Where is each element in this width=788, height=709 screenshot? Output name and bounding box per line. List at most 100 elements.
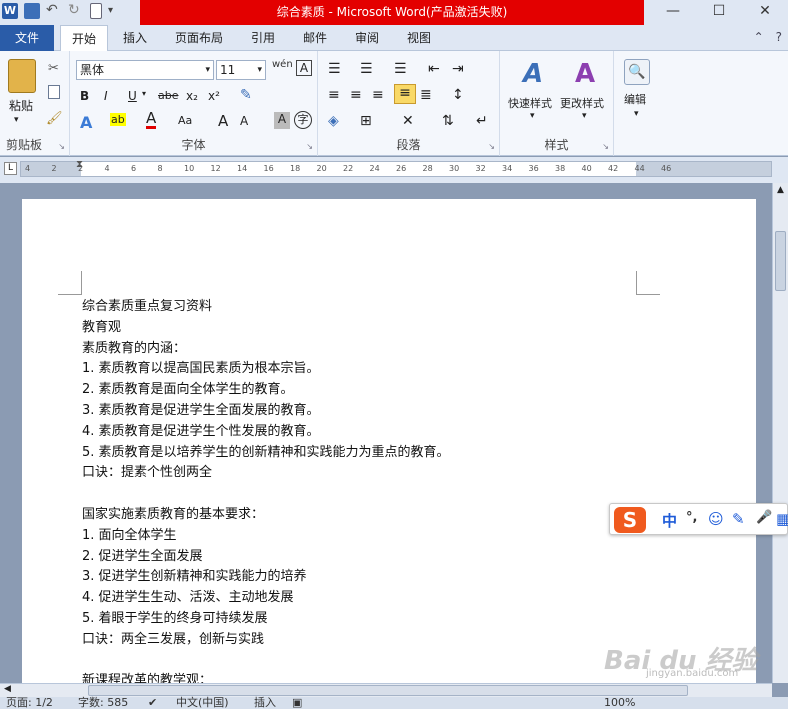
- line-spacing-icon[interactable]: ↕: [452, 87, 464, 103]
- increase-indent-icon[interactable]: ⇥: [452, 61, 464, 77]
- find-icon[interactable]: 🔍: [624, 59, 650, 85]
- tab-review[interactable]: 审阅: [344, 25, 390, 51]
- document-page[interactable]: 综合素质重点复习资料 教育观 素质教育的内涵： 1. 素质教育以提高国民素质为根本宗旨…: [22, 199, 756, 699]
- quick-styles-label[interactable]: 快速样式: [508, 95, 552, 111]
- tab-page-layout[interactable]: 页面布局: [166, 25, 232, 51]
- paste-dropdown-icon[interactable]: ▾: [14, 115, 19, 125]
- editing-label[interactable]: 编辑: [624, 91, 646, 107]
- emoji-icon[interactable]: ☺: [708, 510, 724, 528]
- multilevel-list-icon[interactable]: ☰: [394, 61, 407, 77]
- status-zoom[interactable]: 100%: [604, 697, 635, 709]
- char-border-icon[interactable]: A: [296, 60, 312, 76]
- clipboard-launcher-icon[interactable]: ↘: [58, 142, 65, 151]
- format-painter-icon[interactable]: 🖌: [46, 111, 63, 126]
- status-insert-mode[interactable]: 插入: [254, 697, 276, 709]
- paragraph-launcher-icon[interactable]: ↘: [488, 142, 495, 151]
- decrease-indent-icon[interactable]: ⇤: [428, 61, 440, 77]
- char-shading-button[interactable]: A: [274, 112, 290, 129]
- numbering-icon[interactable]: ☰: [360, 61, 373, 77]
- blank-line[interactable]: [82, 484, 450, 505]
- quick-styles-dropdown-icon[interactable]: ▾: [530, 111, 535, 121]
- font-size-select[interactable]: 11 ▾: [216, 60, 266, 80]
- phonetic-guide-icon[interactable]: wén: [272, 59, 293, 70]
- strikethrough-button[interactable]: abe: [158, 89, 179, 102]
- tab-file[interactable]: 文件: [0, 25, 54, 51]
- scroll-up-icon[interactable]: ▲: [777, 185, 784, 195]
- ribbon-collapse-icon[interactable]: ⌃: [754, 30, 764, 44]
- save-icon[interactable]: [24, 3, 40, 19]
- paragraph-line[interactable]: 口诀：两全三发展，创新与实践: [82, 630, 450, 651]
- horizontal-scroll-thumb[interactable]: [88, 685, 688, 696]
- horizontal-ruler[interactable]: 4 2 2 4 6 8 10 12 14 16 18 20 22 24 26 28 30 32 34 36 38 40 42…: [20, 161, 772, 177]
- styles-launcher-icon[interactable]: ↘: [602, 142, 609, 151]
- paragraph-line[interactable]: 2. 促进学生全面发展: [82, 547, 450, 568]
- grow-font-button[interactable]: A: [218, 112, 228, 130]
- align-center-icon[interactable]: ≡: [350, 87, 362, 103]
- paragraph-line[interactable]: 国家实施素质教育的基本要求：: [82, 505, 450, 526]
- show-marks-icon[interactable]: ↵: [476, 113, 488, 129]
- paragraph-line[interactable]: 1. 素质教育以提高国民素质为根本宗旨。: [82, 359, 450, 380]
- paragraph-line[interactable]: 综合素质重点复习资料: [82, 297, 450, 318]
- highlight-button[interactable]: ab: [110, 113, 126, 126]
- scroll-left-icon[interactable]: ◀: [4, 684, 11, 694]
- paragraph-line[interactable]: 3. 素质教育是促进学生全面发展的教育。: [82, 401, 450, 422]
- word-app-icon[interactable]: W: [2, 3, 18, 19]
- editing-dropdown-icon[interactable]: ▾: [634, 109, 639, 119]
- close-button[interactable]: ✕: [742, 0, 788, 24]
- macro-record-icon[interactable]: ▣: [292, 697, 302, 709]
- sogou-logo[interactable]: S: [614, 507, 646, 533]
- toolbox-icon[interactable]: ▦: [776, 510, 788, 528]
- borders-icon[interactable]: ⊞: [360, 113, 372, 129]
- sort-icon[interactable]: ⇅: [442, 113, 454, 129]
- subscript-button[interactable]: x₂: [186, 89, 198, 103]
- quick-styles-icon[interactable]: A: [518, 59, 548, 89]
- paragraph-line[interactable]: 素质教育的内涵：: [82, 339, 450, 360]
- shrink-font-button[interactable]: A: [240, 114, 248, 128]
- tab-insert[interactable]: 插入: [112, 25, 158, 51]
- handwriting-icon[interactable]: ✎: [732, 510, 745, 528]
- document-body[interactable]: 综合素质重点复习资料 教育观 素质教育的内涵： 1. 素质教育以提高国民素质为根本宗旨…: [82, 297, 450, 692]
- italic-button[interactable]: I: [104, 89, 108, 103]
- status-words[interactable]: 字数: 585: [78, 697, 128, 709]
- paragraph-line[interactable]: 5. 素质教育是以培养学生的创新精神和实践能力为重点的教育。: [82, 443, 450, 464]
- voice-icon[interactable]: 🎤: [756, 510, 772, 525]
- chinese-layout-icon[interactable]: ✕: [402, 113, 414, 129]
- paragraph-line[interactable]: 教育观: [82, 318, 450, 339]
- status-language[interactable]: 中文(中国): [176, 697, 229, 709]
- superscript-button[interactable]: x²: [208, 89, 220, 103]
- paste-label[interactable]: 粘贴: [9, 97, 33, 114]
- tab-selector-icon[interactable]: L: [4, 162, 17, 175]
- change-case-button[interactable]: Aa: [178, 114, 192, 127]
- customize-qat-icon[interactable]: ▾: [108, 3, 124, 19]
- paragraph-line[interactable]: 4. 素质教育是促进学生个性发展的教育。: [82, 422, 450, 443]
- bold-button[interactable]: B: [80, 89, 89, 103]
- ime-punctuation[interactable]: °,: [686, 510, 697, 525]
- redo-icon[interactable]: ↻: [68, 3, 84, 19]
- align-left-icon[interactable]: ≡: [328, 87, 340, 103]
- vertical-scroll-thumb[interactable]: [775, 231, 786, 291]
- distributed-icon[interactable]: ≣: [420, 87, 432, 103]
- undo-icon[interactable]: ↶: [46, 3, 62, 19]
- change-styles-dropdown-icon[interactable]: ▾: [582, 111, 587, 121]
- tab-home[interactable]: 开始: [60, 25, 108, 52]
- paragraph-line[interactable]: 2. 素质教育是面向全体学生的教育。: [82, 380, 450, 401]
- copy-icon[interactable]: [48, 85, 60, 99]
- text-effects-button[interactable]: A: [80, 113, 92, 132]
- font-color-button[interactable]: A: [146, 111, 157, 129]
- indent-marker-icon[interactable]: ⧗: [76, 159, 83, 170]
- cut-icon[interactable]: ✂: [48, 61, 59, 76]
- enclose-char-button[interactable]: 字: [294, 111, 312, 129]
- underline-dropdown-icon[interactable]: ▾: [142, 89, 146, 98]
- change-styles-icon[interactable]: A: [570, 59, 600, 89]
- tab-mailings[interactable]: 邮件: [292, 25, 338, 51]
- paste-icon[interactable]: [8, 59, 36, 93]
- maximize-button[interactable]: ☐: [696, 0, 742, 24]
- paragraph-line[interactable]: 口诀：提素个性创两全: [82, 463, 450, 484]
- underline-button[interactable]: U: [128, 89, 137, 103]
- ime-toolbar[interactable]: S 中 °, ☺ ✎ 🎤 ▦: [609, 503, 788, 535]
- tab-references[interactable]: 引用: [240, 25, 286, 51]
- clear-formatting-icon[interactable]: ✎: [240, 87, 260, 105]
- ime-chinese-mode[interactable]: 中: [662, 510, 677, 531]
- blank-line[interactable]: [82, 651, 450, 672]
- status-page[interactable]: 页面: 1/2: [6, 697, 53, 709]
